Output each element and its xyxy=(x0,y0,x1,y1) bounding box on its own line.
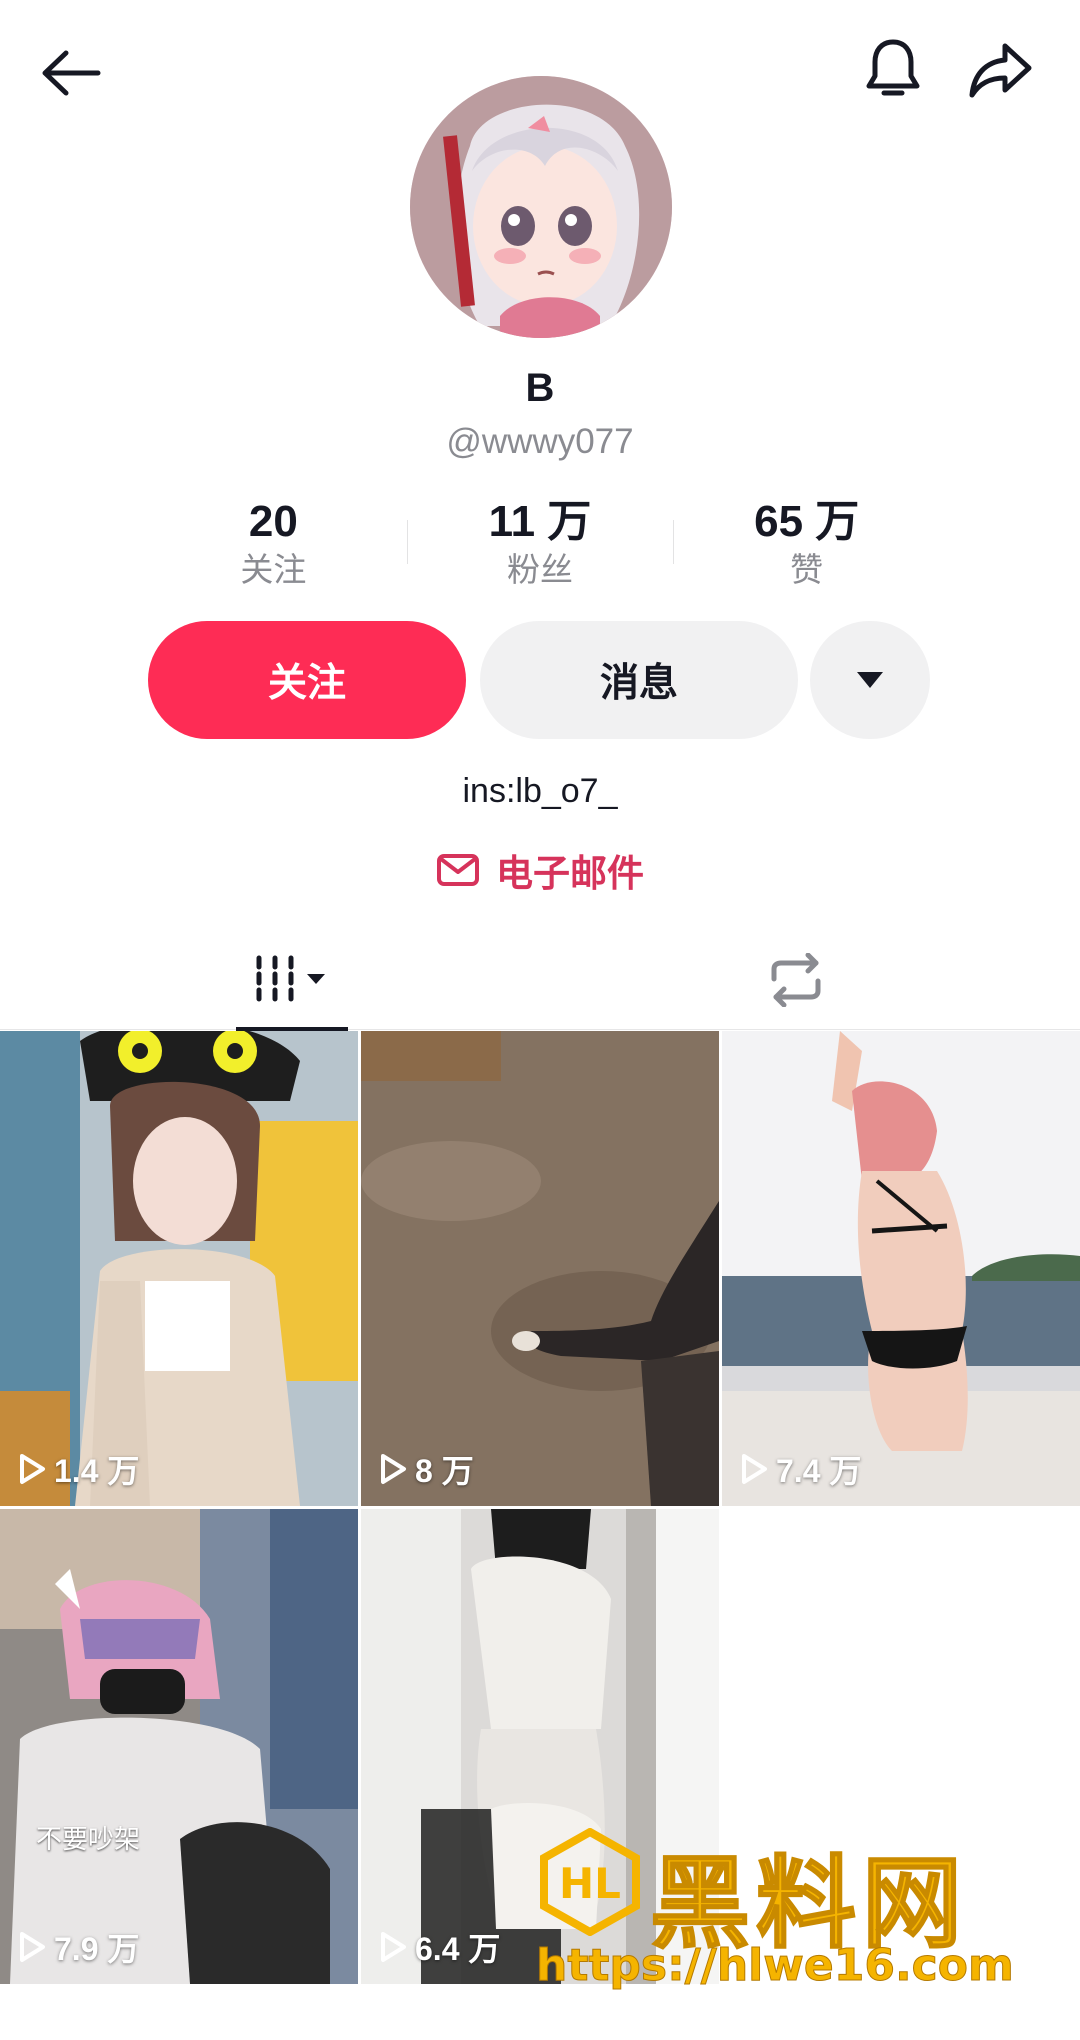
avatar[interactable] xyxy=(410,76,672,338)
stat-value: 20 xyxy=(248,497,298,546)
watermark-url: https://hlwe16.com xyxy=(536,1940,1015,1992)
content-tabs xyxy=(0,930,1080,1031)
stat-label: 粉丝 xyxy=(507,551,573,588)
video-tile[interactable]: 7.4 万 xyxy=(722,1031,1080,1506)
email-label: 电子邮件 xyxy=(496,853,644,894)
video-thumbnail xyxy=(722,1031,1080,1506)
repost-icon xyxy=(771,953,821,1007)
watermark: HL 黑料网 https://hlwe16.com xyxy=(530,1822,1050,2012)
view-count: 7.4 万 xyxy=(740,1446,861,1492)
video-tile[interactable]: 8 万 xyxy=(361,1031,719,1506)
video-thumbnail xyxy=(0,1031,358,1506)
profile-bio: ins:lb_o7_ xyxy=(462,772,618,810)
more-options-button[interactable] xyxy=(810,621,930,739)
back-button[interactable] xyxy=(36,38,106,108)
avatar-image xyxy=(410,76,672,338)
stat-likes[interactable]: 65 万 赞 xyxy=(673,494,940,594)
stat-label: 赞 xyxy=(790,551,824,588)
play-icon xyxy=(20,1454,45,1484)
view-count: 6.4 万 xyxy=(379,1924,500,1970)
stat-followers[interactable]: 11 万 粉丝 xyxy=(406,494,674,594)
view-count-text: 7.9 万 xyxy=(54,1931,140,1967)
video-thumbnail xyxy=(361,1031,719,1506)
tab-videos[interactable] xyxy=(236,930,348,1030)
stat-value: 65 万 xyxy=(754,497,860,546)
view-count-text: 7.4 万 xyxy=(776,1453,862,1489)
watermark-logo-text: HL xyxy=(559,1859,621,1908)
play-icon xyxy=(20,1932,45,1962)
view-count-text: 6.4 万 xyxy=(415,1931,501,1967)
video-tile[interactable]: 1.4 万 xyxy=(0,1031,358,1506)
caret-down-icon xyxy=(857,672,883,688)
play-icon xyxy=(381,1932,406,1962)
view-count-text: 8 万 xyxy=(415,1453,474,1489)
follow-button[interactable]: 关注 xyxy=(148,621,466,739)
view-count: 8 万 xyxy=(379,1446,474,1492)
share-button[interactable] xyxy=(962,34,1038,106)
stat-value: 11 万 xyxy=(488,497,592,546)
play-icon xyxy=(742,1454,767,1484)
back-arrow-icon xyxy=(42,50,101,96)
profile-name: B xyxy=(525,366,555,410)
bell-icon xyxy=(866,39,920,96)
view-count: 1.4 万 xyxy=(18,1446,139,1492)
profile-handle: @wwwy077 xyxy=(446,422,634,461)
mail-icon xyxy=(437,854,479,886)
play-icon xyxy=(381,1454,406,1484)
message-button[interactable]: 消息 xyxy=(480,621,798,739)
share-icon xyxy=(969,43,1032,98)
stat-label: 关注 xyxy=(240,551,307,588)
video-caption: 不要吵架 xyxy=(36,1824,141,1854)
video-tile[interactable]: 不要吵架 7.9 万 xyxy=(0,1509,358,1984)
notification-bell-button[interactable] xyxy=(858,32,928,108)
view-count: 7.9 万 xyxy=(18,1924,139,1970)
tab-reposts[interactable] xyxy=(740,930,852,1030)
watermark-logo: HL xyxy=(540,1828,640,1936)
view-count-text: 1.4 万 xyxy=(54,1453,140,1489)
profile-stats: 20 关注 11 万 粉丝 65 万 赞 xyxy=(140,494,940,594)
grid-columns-icon xyxy=(256,955,325,1005)
stat-following[interactable]: 20 关注 xyxy=(140,494,407,594)
email-link[interactable]: 电子邮件 xyxy=(436,842,644,898)
video-thumbnail xyxy=(0,1509,358,1984)
